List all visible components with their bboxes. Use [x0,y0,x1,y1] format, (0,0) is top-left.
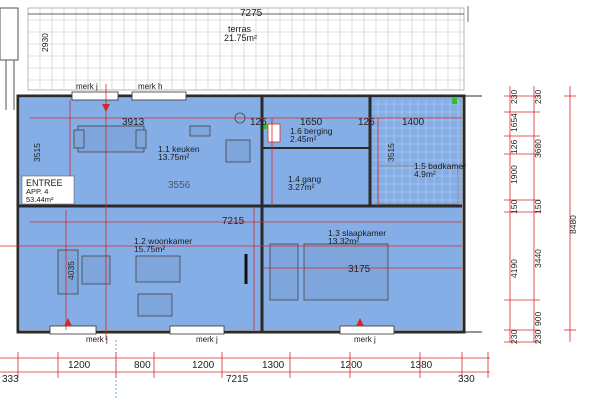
right-dim-col1-4: 150 [509,200,519,214]
right-dim-col2-1: 3680 [533,139,543,158]
badkamer-dim-side: 3515 [386,143,396,162]
right-total-dim: 8480 [568,215,578,234]
berging-dim-b: 126 [358,117,375,128]
merk-bottom-1: merk j [86,335,108,344]
keuken-dim-top: 3913 [122,117,145,128]
badkamer-dim-top: 1400 [402,117,425,128]
keuken-dim-side: 3515 [32,143,42,162]
bottom-dim-row1-1: 800 [134,360,151,371]
badkamer-area: 4.9m² [414,169,436,179]
terrace-height-dim: 2930 [40,33,50,52]
bottom-dim-row2-1: 7215 [226,374,249,385]
ghost-dim: 3556 [168,180,191,191]
slaapkamer-area: 13.32m² [328,236,359,246]
gang-area: 3.27m² [288,182,315,192]
terras-area: 21.75m² [224,33,257,43]
bottom-dim-row1-2: 1200 [192,360,215,371]
right-dim-col1-1: 1654 [509,113,519,132]
bottom-dim-row1-4: 1200 [340,360,363,371]
woonkamer-dim-side: 4035 [66,261,76,280]
bottom-dim-row1-3: 1300 [262,360,285,371]
floor-plan-drawing: 7275 terras 21.75m² 2930 merk j merk h 3… [0,6,578,400]
terrace-grid [27,7,465,91]
woonkamer-area: 15.75m² [134,244,165,254]
right-dim-col2-3: 3440 [533,249,543,268]
woonkamer-dim-top: 7215 [222,216,245,227]
merk-bottom-3: merk j [354,335,376,344]
keuken-area: 13.75m² [158,152,189,162]
floor-plan-canvas: 7275 terras 21.75m² 2930 merk j merk h 3… [0,0,600,400]
right-dim-col1-5: 4190 [509,259,519,278]
slaapkamer-dim: 3175 [348,264,371,275]
berging-dim-a: 126 [250,117,267,128]
left-wall-fragment [0,7,19,61]
merk-h-top: merk h [138,82,162,91]
merk-j-top: merk j [76,82,98,91]
bottom-dim-row1-5: 1380 [410,360,433,371]
right-dim-col1-6: 230 [509,330,519,344]
bottom-dim-row2-0: 333 [2,374,19,385]
right-dim-col2-5: 230 [533,330,543,344]
berging-area: 2.45m² [290,134,317,144]
bottom-dim-row2-2: 330 [458,374,475,385]
top-overall-dim: 7275 [240,8,263,19]
right-dim-col2-2: 150 [533,200,543,214]
right-dim-col1-0: 230 [509,90,519,104]
bottom-dim-row1-0: 1200 [68,360,91,371]
right-dim-col2-4: 900 [533,312,543,326]
right-dim-col2-0: 230 [533,90,543,104]
merk-bottom-2: merk j [196,335,218,344]
right-dim-col1-2: 126 [509,140,519,154]
svg-text:53.44m²: 53.44m² [26,195,54,204]
right-dim-col1-3: 1900 [509,165,519,184]
entree-label: ENTREE APP. 4 53.44m² [21,175,75,205]
